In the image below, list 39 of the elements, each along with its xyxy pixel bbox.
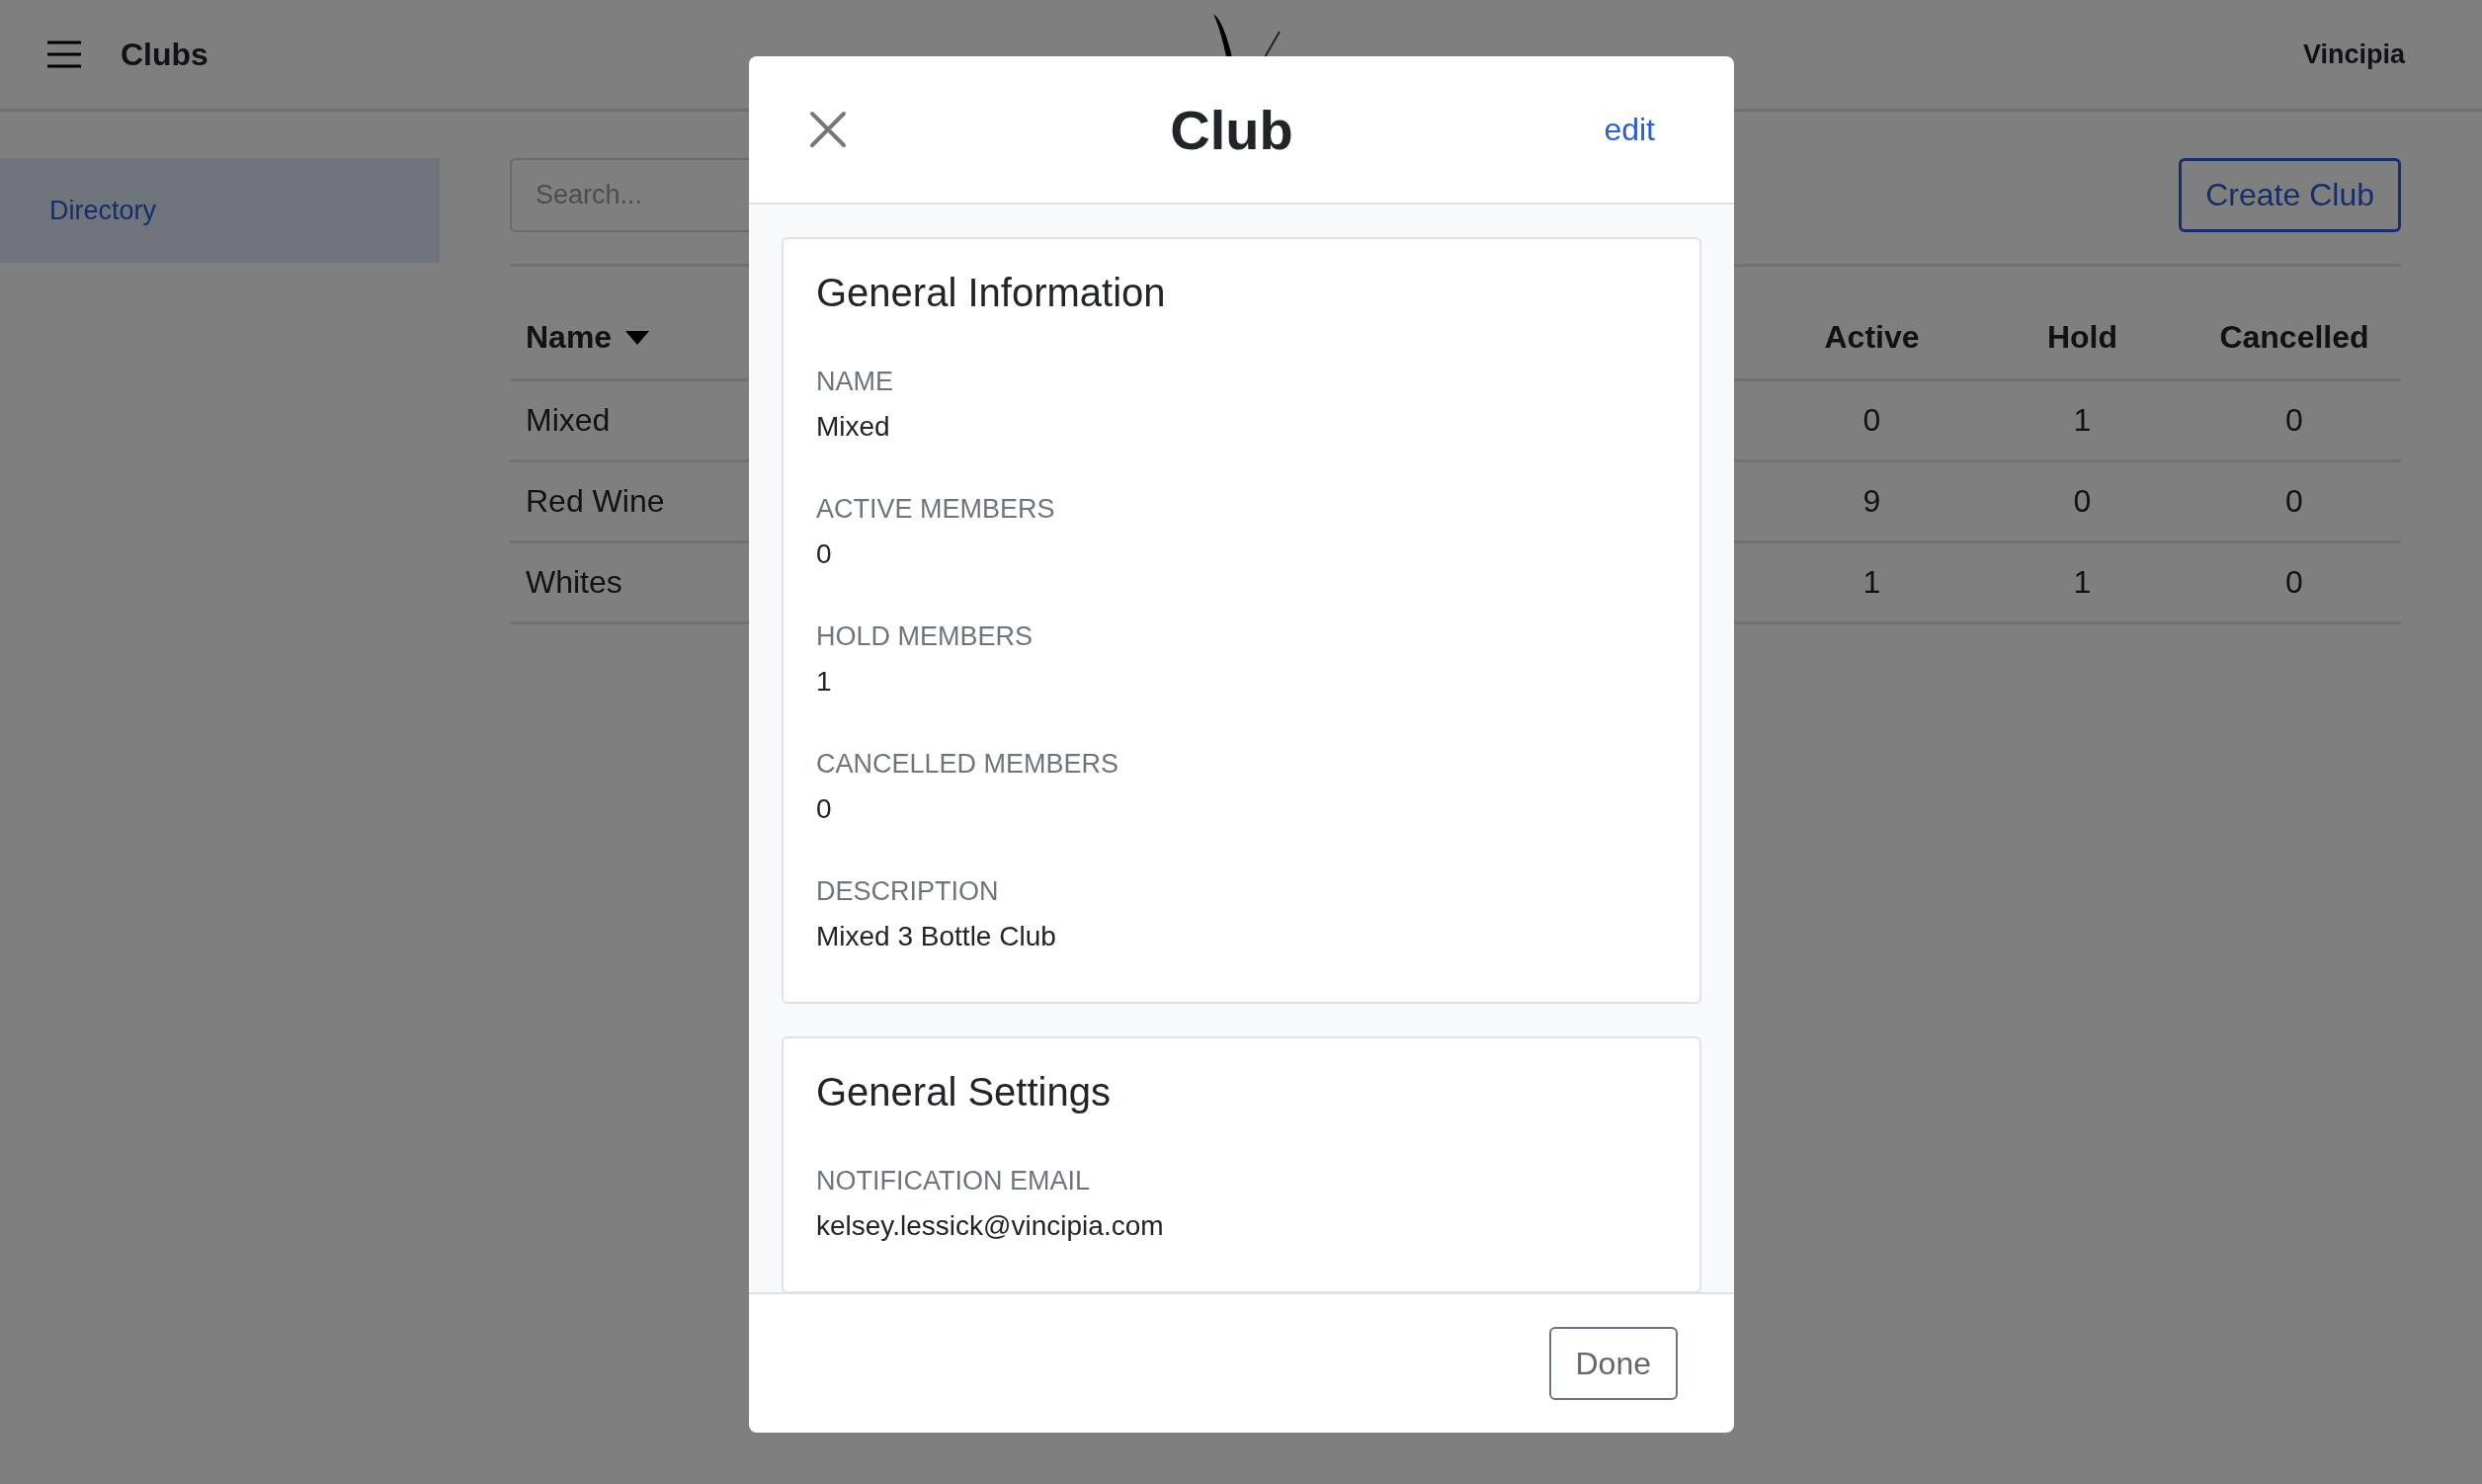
table-cell: 0 xyxy=(2285,564,2303,601)
table-cell: 0 xyxy=(2073,483,2092,520)
table-cell: Mixed xyxy=(526,402,611,439)
column-header[interactable]: Cancelled xyxy=(2219,319,2369,356)
edit-link[interactable]: edit xyxy=(1604,111,1655,148)
field-value: Mixed xyxy=(816,411,891,443)
field-value: 1 xyxy=(816,666,833,698)
field-value: 0 xyxy=(816,538,833,570)
field-label: DESCRIPTION xyxy=(816,876,1000,907)
create-club-button[interactable]: Create Club xyxy=(2179,158,2401,232)
column-header[interactable]: Name xyxy=(526,319,613,356)
column-header[interactable]: Hold xyxy=(2046,319,2118,356)
dialog-title: Club xyxy=(1170,97,1293,162)
field-value: 0 xyxy=(816,793,833,825)
column-header[interactable]: Active xyxy=(1824,319,1920,356)
page-title: Clubs xyxy=(121,36,208,73)
field-value: Mixed 3 Bottle Club xyxy=(816,921,1057,952)
field-label: CANCELLED MEMBERS xyxy=(816,749,1120,780)
done-button[interactable]: Done xyxy=(1548,1327,1678,1400)
section-title: General Information xyxy=(816,271,1167,315)
sidebar-item[interactable]: Directory xyxy=(0,158,440,263)
table-cell: 9 xyxy=(1862,483,1881,520)
section-title: General Settings xyxy=(816,1070,1112,1114)
menu-icon[interactable] xyxy=(47,41,81,68)
close-icon[interactable] xyxy=(808,110,848,149)
table-cell: 0 xyxy=(1862,402,1881,439)
table-cell: 0 xyxy=(2285,483,2303,520)
table-cell: 0 xyxy=(2285,402,2303,439)
field-label: ACTIVE MEMBERS xyxy=(816,494,1056,525)
table-cell: Whites xyxy=(526,564,622,601)
table-cell: Red Wine xyxy=(526,483,665,520)
field-value: kelsey.lessick@vincipia.com xyxy=(816,1210,1165,1242)
field-label: HOLD MEMBERS xyxy=(816,621,1034,652)
table-cell: 1 xyxy=(2073,564,2092,601)
field-label: NAME xyxy=(816,367,894,397)
account-name[interactable]: Vincipia xyxy=(2302,39,2405,70)
table-cell: 1 xyxy=(2073,402,2092,439)
table-cell: 1 xyxy=(1862,564,1881,601)
field-label: NOTIFICATION EMAIL xyxy=(816,1166,1091,1196)
